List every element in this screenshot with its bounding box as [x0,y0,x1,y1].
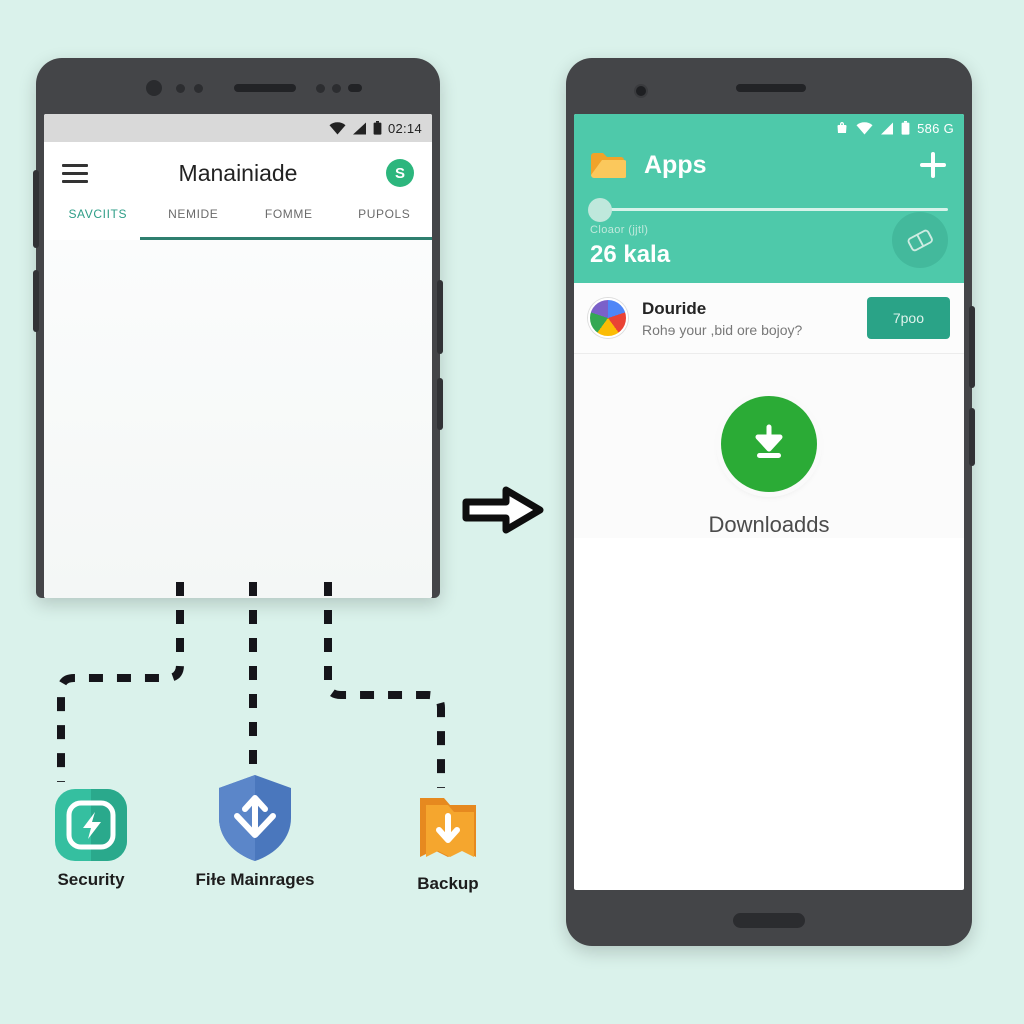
volume-down-button[interactable] [33,270,39,332]
right-app-title: Apps [644,150,707,179]
power-button[interactable] [437,280,443,354]
hamburger-menu-icon[interactable] [62,163,88,183]
left-app-bar: Manainiade S [44,142,432,204]
flow-arrow-right [462,484,546,536]
feature-row: Security Fiɫe Mainrages Backup [28,775,528,916]
tab-nemide[interactable]: NEMIDE [146,204,242,221]
right-status-level: 586 G [917,120,954,136]
left-status-clock: 02:14 [387,120,422,136]
power-button[interactable] [969,306,975,388]
downloads-section[interactable]: Downloadds [574,354,964,538]
sensor-icon [332,84,341,93]
right-phone-top-bezel [566,58,972,114]
left-tab-bar: SAVCIITS NEMIDE FOMME PUPOLS [44,204,432,240]
app-store-icon [588,298,628,338]
sensor-icon [176,84,185,93]
feature-file-manager-label: Fiɫe Mainrages [195,870,315,889]
signal-icon [881,122,894,134]
led-indicator-icon [348,84,362,92]
volume-up-button[interactable] [33,170,39,248]
battery-icon [901,121,910,135]
left-status-bar: 02:14 [44,114,432,142]
sensor-icon [194,84,203,93]
feature-security-label: Security [57,870,125,889]
wifi-icon [856,121,873,134]
right-phone-screen: 586 G Apps Cloaor (jjtl) 26 kala Douride… [574,114,964,890]
promo-text: Douride Rohɘ your ,bid ore bojoy? [642,299,867,338]
promo-title: Douride [642,298,707,318]
storage-meta: Cloaor (jjtl) 26 kala [574,212,964,269]
right-status-bar: 586 G [574,114,964,142]
battery-icon [373,121,382,135]
sensor-icon [316,84,325,93]
slider-track [604,208,948,211]
file-manager-shield-icon [180,772,330,864]
signal-icon [352,122,366,134]
downloads-label: Downloadds [708,512,830,537]
folder-icon [590,151,627,179]
connector-lines [28,560,528,800]
illustration-canvas: 02:14 Manainiade S SAVCIITS NEMIDE FOMME… [0,0,1024,1024]
tab-pupols[interactable]: PUPOLS [337,204,433,221]
avatar[interactable]: S [386,159,414,187]
feature-backup[interactable]: Backup [373,790,523,894]
front-camera-icon [634,84,648,98]
download-arrow-icon[interactable] [721,396,817,492]
promo-row[interactable]: Douride Rohɘ your ,bid ore bojoy? 7poo [574,283,964,354]
left-content-area [44,240,432,598]
right-header-panel: 586 G Apps Cloaor (jjtl) 26 kala [574,114,964,283]
tab-fomme[interactable]: FOMME [241,204,337,221]
assistant-button[interactable] [437,378,443,430]
promo-subtitle: Rohɘ your ,bid ore bojoy? [642,321,803,338]
volume-button[interactable] [969,408,975,466]
connector-security [57,582,184,782]
earpiece-speaker [736,84,806,92]
left-phone-screen: 02:14 Manainiade S SAVCIITS NEMIDE FOMME… [44,114,432,598]
security-shield-app-icon [16,786,166,864]
feature-file-manager[interactable]: Fiɫe Mainrages [180,772,330,890]
right-app-bar: Apps [574,142,964,184]
feature-security[interactable]: Security [16,786,166,890]
card-eraser-icon[interactable] [892,212,948,268]
left-phone-top-bezel [36,58,440,114]
feature-backup-label: Backup [417,874,479,893]
tab-savciits[interactable]: SAVCIITS [50,204,146,221]
plus-icon[interactable] [918,150,948,180]
front-camera-icon [146,80,162,96]
storage-slider[interactable] [574,184,964,222]
left-phone-frame: 02:14 Manainiade S SAVCIITS NEMIDE FOMME… [33,58,443,598]
backup-folder-icon [373,790,523,868]
left-app-title: Manainiade [178,159,298,186]
earpiece-speaker [234,84,296,92]
wifi-icon [329,121,346,134]
connector-backup [324,582,445,788]
home-button[interactable] [733,913,805,928]
app-alert-icon [837,122,847,133]
right-phone-frame: 586 G Apps Cloaor (jjtl) 26 kala Douride… [566,58,975,946]
promo-action-button[interactable]: 7poo [866,297,950,339]
